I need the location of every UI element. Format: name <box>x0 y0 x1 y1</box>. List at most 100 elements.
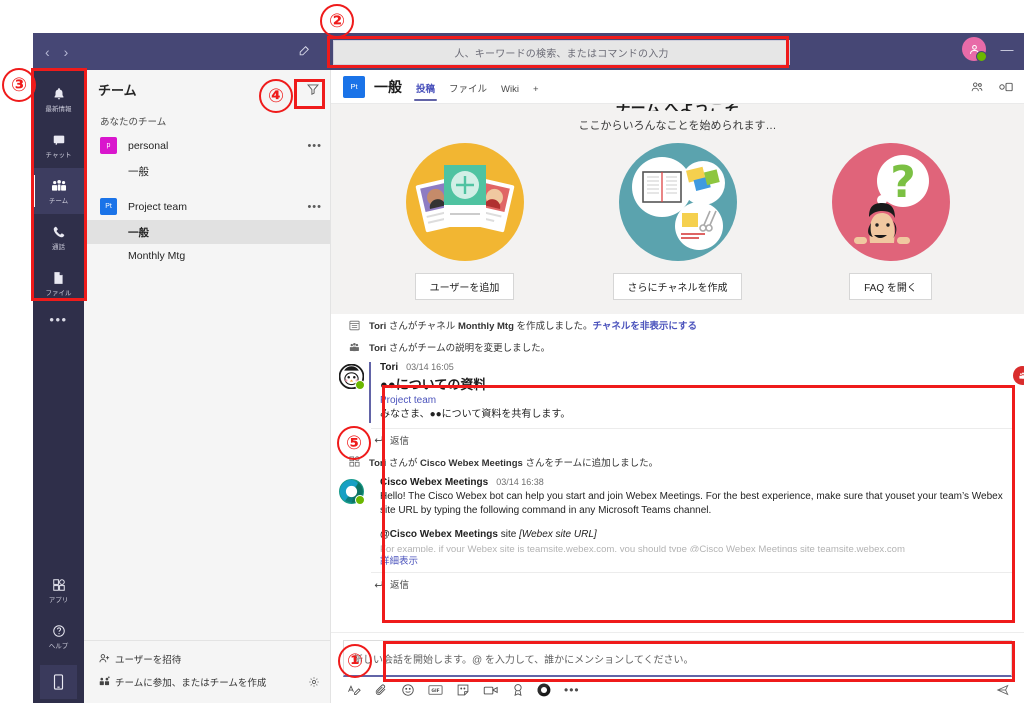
message-header: Tori 03/14 16:05 <box>380 362 1012 373</box>
sidebar-item-help[interactable]: ヘルプ <box>33 613 84 659</box>
join-or-create-team-button[interactable]: チームに参加、またはチームを作成 <box>84 670 330 693</box>
welcome-title: チーム へようこそ <box>331 104 1024 111</box>
format-icon[interactable] <box>347 683 361 697</box>
sticker-icon[interactable] <box>456 683 470 697</box>
tab-add[interactable]: + <box>533 84 539 103</box>
sidebar-item-activity[interactable]: 最新情報 <box>33 76 84 122</box>
people-icon[interactable] <box>970 80 984 94</box>
meet-now-icon[interactable] <box>998 81 1014 93</box>
add-people-button[interactable]: ユーザーを追加 <box>414 273 515 300</box>
tab-wiki[interactable]: Wiki <box>501 84 519 103</box>
webex-icon[interactable] <box>537 683 551 697</box>
meet-now-icon[interactable] <box>483 684 499 696</box>
title-bar: ‹ › 人、キーワードの検索、またはコマンドの入力 — <box>33 33 1024 70</box>
download-mobile-app-button[interactable] <box>40 665 77 699</box>
join-create-team-icon <box>98 675 115 688</box>
team-row-personal[interactable]: p personal ••• <box>84 132 330 159</box>
reaction-badge[interactable] <box>1013 366 1024 385</box>
channel-row[interactable]: Monthly Mtg <box>84 244 330 268</box>
annotation-number-3: ③ <box>2 68 36 102</box>
sidebar-item-calls[interactable]: 通話 <box>33 214 84 260</box>
mobile-device-icon <box>53 674 64 690</box>
emoji-icon[interactable] <box>401 683 415 697</box>
gif-icon[interactable]: GIF <box>428 684 443 696</box>
team-name: personal <box>128 139 169 152</box>
message-author: Tori <box>380 362 399 373</box>
message-paragraph: Hello! The Cisco Webex bot can help you … <box>380 490 1003 517</box>
phone-icon <box>52 223 66 240</box>
minimize-button[interactable]: — <box>998 42 1016 57</box>
avatar[interactable] <box>339 362 369 423</box>
praise-icon[interactable] <box>512 683 524 697</box>
avatar[interactable] <box>962 37 987 62</box>
channel-tabs: 投稿 ファイル Wiki + <box>413 70 539 103</box>
faq-button[interactable]: FAQ を開く <box>849 273 932 300</box>
channel-row-selected[interactable]: 一般 <box>84 220 330 244</box>
back-button[interactable]: ‹ <box>45 45 50 59</box>
channel-created-icon <box>339 319 369 332</box>
message-subject: ●●についての資料 <box>380 377 487 392</box>
gear-icon[interactable] <box>308 676 320 688</box>
forward-button[interactable]: › <box>64 45 69 59</box>
system-target: Monthly Mtg <box>457 321 514 332</box>
system-message-channel-created: Tori さんがチャネル Monthly Mtg を作成しました。チャネルを非表… <box>331 314 1024 336</box>
team-more-options[interactable]: ••• <box>307 201 322 213</box>
tab-posts[interactable]: 投稿 <box>413 81 438 103</box>
compose-input[interactable]: 新しい会話を開始します。@ を入力して、誰かにメンションしてください。 <box>343 640 1012 677</box>
system-text-after: さんをチームに追加しました。 <box>522 457 659 469</box>
attach-icon[interactable] <box>374 683 388 697</box>
message-tori: Tori 03/14 16:05 ●●についての資料 Project team … <box>331 358 1024 423</box>
show-details-link[interactable]: 詳細表示 <box>380 553 1012 567</box>
team-more-options[interactable]: ••• <box>307 140 322 152</box>
new-chat-icon[interactable] <box>298 44 311 57</box>
channel-header: Pt 一般 投稿 ファイル Wiki + <box>331 70 1024 104</box>
channel-name: 一般 <box>374 78 402 95</box>
sidebar-more-button[interactable]: ••• <box>49 312 67 327</box>
invite-user-button[interactable]: ユーザーを招待 <box>84 647 330 670</box>
system-text-after: を作成しました。 <box>513 321 593 332</box>
channel-header-actions <box>970 80 1014 94</box>
team-name: Project team <box>128 200 187 213</box>
your-teams-label: あなたのチーム <box>100 117 167 128</box>
command-rest: site <box>497 528 520 540</box>
create-channel-button[interactable]: さらにチャネルを作成 <box>612 273 743 300</box>
system-message-team-description-changed: Tori さんがチームの説明を変更しました。 <box>331 336 1024 358</box>
sidebar-item-label: 通話 <box>52 244 65 251</box>
message-header: Cisco Webex Meetings 03/14 16:38 <box>380 477 1012 488</box>
message-team-link[interactable]: Project team <box>380 395 1012 406</box>
teams-icon <box>51 177 67 194</box>
message-webex-bot: Cisco Webex Meetings 03/14 16:38 Hello! … <box>331 473 1024 568</box>
sidebar-item-apps[interactable]: アプリ <box>33 567 84 613</box>
reply-button-webex[interactable]: 返信 <box>371 572 1012 595</box>
team-row-project-team[interactable]: Pt Project team ••• <box>84 193 330 220</box>
svg-text:GIF: GIF <box>431 688 439 694</box>
avatar[interactable] <box>339 477 369 568</box>
sidebar-item-chat[interactable]: チャット <box>33 122 84 168</box>
reply-button-tori[interactable]: 返信 <box>371 427 1012 451</box>
invite-user-label: ユーザーを招待 <box>115 654 182 666</box>
message-body: Tori 03/14 16:05 ●●についての資料 Project team … <box>369 362 1012 423</box>
send-icon[interactable] <box>996 683 1010 697</box>
left-rail: 最新情報 チャット チーム 通話 ファイル ••• アプリ ヘルプ <box>33 70 84 703</box>
sidebar-item-teams[interactable]: チーム <box>33 168 84 214</box>
presence-indicator <box>355 494 365 505</box>
sidebar-item-label: 最新情報 <box>45 106 72 113</box>
system-text-before: さんがチームの説明を変更しました。 <box>386 343 551 354</box>
hide-channel-link[interactable]: チャネルを非表示にする <box>593 321 698 332</box>
sidebar-item-files[interactable]: ファイル <box>33 260 84 306</box>
presence-indicator <box>355 380 365 390</box>
reply-label: 返信 <box>390 580 410 591</box>
reply-label: 返信 <box>390 435 410 447</box>
channel-row[interactable]: 一般 <box>84 159 330 183</box>
system-actor: Tori <box>369 343 387 354</box>
search-input[interactable]: 人、キーワードの検索、またはコマンドの入力 <box>333 40 790 65</box>
command-mention: @Cisco Webex Meetings <box>380 528 498 540</box>
reply-arrow-icon <box>373 434 384 445</box>
webex-logo-avatar <box>339 478 365 505</box>
message-timestamp: 03/14 16:05 <box>406 362 454 372</box>
filter-icon[interactable] <box>306 82 320 96</box>
tab-files[interactable]: ファイル <box>449 81 487 103</box>
more-options-icon[interactable]: ••• <box>564 683 580 697</box>
compose-area: 新しい会話を開始します。@ を入力して、誰かにメンションしてください。 GIF … <box>331 632 1024 703</box>
teams-pane-footer: ユーザーを招待 チームに参加、またはチームを作成 <box>84 640 330 703</box>
